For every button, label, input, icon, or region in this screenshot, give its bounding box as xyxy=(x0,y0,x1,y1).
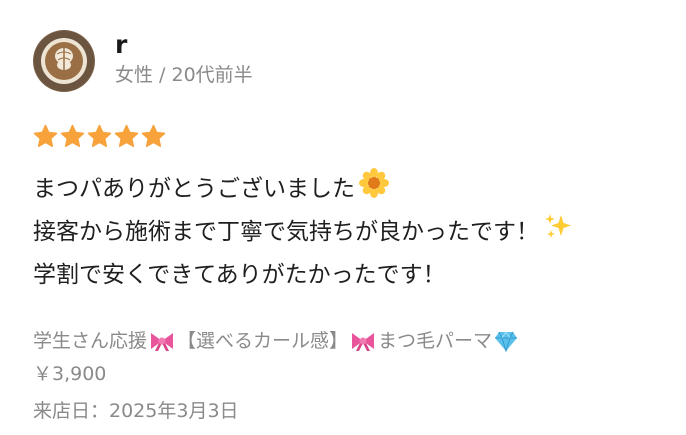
review-text: まつパありがとうございました 接客から施術まで丁寧で気持ちが良かったです！ 学割… xyxy=(33,164,663,293)
review-card: r 女性 / 20代前半 まつパありがとうございました 接客から施術まで丁寧で気… xyxy=(0,0,686,435)
latte-art-icon xyxy=(33,30,95,92)
gem-icon xyxy=(495,331,518,352)
review-line: 接客から施術まで丁寧で気持ちが良かったです！ xyxy=(33,207,663,250)
reviewer-meta: 女性 / 20代前半 xyxy=(115,64,253,86)
review-line: まつパありがとうございました xyxy=(33,164,663,207)
reviewer-name[interactable]: r xyxy=(115,30,127,60)
star-icon xyxy=(141,124,166,147)
star-icon xyxy=(60,124,85,147)
visit-date: 来店日：2025年3月3日 xyxy=(33,400,239,422)
user-avatar[interactable] xyxy=(33,30,95,92)
menu-part-1: 学生さん応援 xyxy=(33,330,148,352)
menu-price: ￥3,900 xyxy=(33,363,107,385)
menu-part-2: 【選べるカール感】 xyxy=(177,330,349,352)
review-line: 学割で安くできてありがたかったです！ xyxy=(33,250,663,293)
ribbon-icon xyxy=(151,333,174,351)
star-rating xyxy=(33,124,166,149)
star-icon xyxy=(33,124,58,147)
review-line-3: 学割で安くできてありがたかったです！ xyxy=(33,261,446,288)
menu-link[interactable]: 学生さん応援 【選べるカール感】 まつ毛パーマ xyxy=(33,328,520,354)
review-line-1: まつパありがとうございました xyxy=(33,175,355,202)
star-icon xyxy=(87,124,112,147)
sparkles-icon xyxy=(543,211,573,247)
sunflower-icon xyxy=(359,167,389,204)
menu-part-3: まつ毛パーマ xyxy=(378,330,493,352)
review-line-2: 接客から施術まで丁寧で気持ちが良かったです！ xyxy=(33,218,539,245)
ribbon-icon xyxy=(352,333,375,351)
star-icon xyxy=(114,124,139,147)
